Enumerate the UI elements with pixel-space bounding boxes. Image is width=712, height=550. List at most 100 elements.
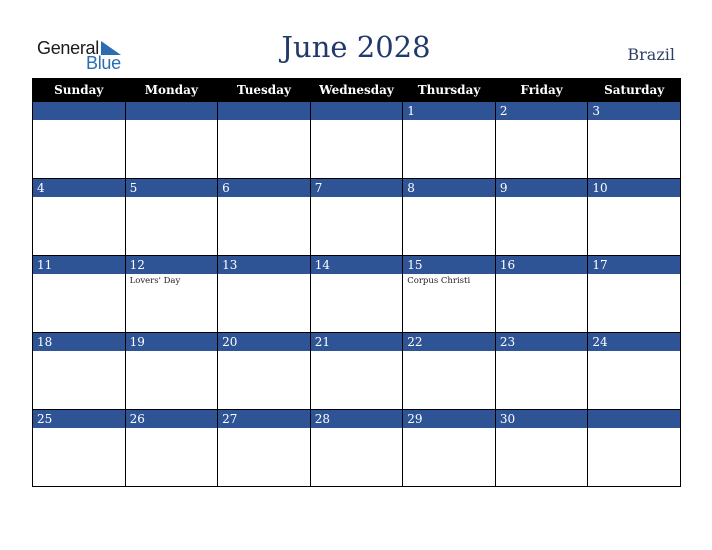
day-cell[interactable]: 9 — [494, 178, 589, 256]
day-number: 14 — [310, 256, 403, 274]
holiday-label — [403, 197, 495, 199]
day-number: 2 — [495, 102, 588, 120]
day-cell[interactable]: 14 — [309, 255, 404, 333]
weekday-header-row: Sunday Monday Tuesday Wednesday Thursday… — [32, 78, 681, 102]
day-cell[interactable]: 27 — [217, 409, 311, 487]
day-cell[interactable]: 13 — [217, 255, 311, 333]
day-cell[interactable]: 4 — [32, 178, 126, 256]
holiday-label — [311, 351, 403, 353]
day-number: 8 — [403, 179, 495, 197]
holiday-label — [311, 120, 403, 122]
holiday-label — [218, 120, 310, 122]
day-number: 19 — [125, 333, 218, 351]
holiday-label — [588, 428, 680, 430]
day-cell[interactable] — [217, 102, 311, 179]
day-cell[interactable]: 21 — [309, 332, 404, 410]
day-number: 26 — [125, 410, 218, 428]
holiday-label — [588, 351, 680, 353]
day-cell[interactable]: 3 — [587, 102, 681, 179]
day-number: 22 — [403, 333, 495, 351]
day-cell[interactable] — [587, 409, 681, 487]
holiday-label — [496, 197, 588, 199]
holiday-label — [311, 197, 403, 199]
holiday-label — [496, 351, 588, 353]
day-cell[interactable] — [32, 102, 126, 179]
holiday-label — [403, 351, 495, 353]
day-cell[interactable]: 29 — [402, 409, 496, 487]
weekday-header: Sunday — [32, 78, 126, 102]
day-number: 7 — [310, 179, 403, 197]
holiday-label — [403, 428, 495, 430]
day-number: 18 — [33, 333, 125, 351]
day-number: 12 — [125, 256, 218, 274]
holiday-label: Lovers' Day — [129, 276, 181, 286]
day-cell[interactable]: 23 — [494, 332, 589, 410]
holiday-label — [126, 120, 218, 122]
day-cell[interactable]: 25 — [32, 409, 126, 487]
day-number: 23 — [495, 333, 588, 351]
day-cell[interactable]: 22 — [402, 332, 496, 410]
day-number: 13 — [218, 256, 310, 274]
day-cell[interactable]: 7 — [309, 178, 404, 256]
day-cell[interactable]: 19 — [124, 332, 219, 410]
day-cell[interactable]: 16 — [494, 255, 589, 333]
weekday-header: Thursday — [402, 78, 496, 102]
day-cell[interactable]: 10 — [587, 178, 681, 256]
day-number: 20 — [218, 333, 310, 351]
holiday-label — [218, 197, 310, 199]
day-cell[interactable]: 8 — [402, 178, 496, 256]
holiday-label — [33, 428, 125, 430]
holiday-label — [126, 428, 218, 430]
day-cell[interactable]: 1 — [402, 102, 496, 179]
day-cell[interactable]: 30 — [494, 409, 589, 487]
holiday-label — [588, 274, 680, 276]
holiday-label — [126, 351, 218, 353]
day-number: 6 — [218, 179, 310, 197]
week-row: 4 5 6 7 8 9 10 — [32, 178, 681, 256]
day-number: 30 — [495, 410, 588, 428]
holiday-label — [33, 120, 125, 122]
day-cell[interactable]: 24 — [587, 332, 681, 410]
holiday-label — [496, 120, 588, 122]
calendar-title: June 2028 — [281, 30, 431, 64]
week-row: 25 26 27 28 29 30 — [32, 409, 681, 487]
holiday-label — [403, 120, 495, 122]
day-cell[interactable]: 18 — [32, 332, 126, 410]
day-cell[interactable]: 11 — [32, 255, 126, 333]
day-number: 25 — [33, 410, 125, 428]
day-cell[interactable]: 6 — [217, 178, 311, 256]
holiday-label — [588, 197, 680, 199]
day-cell[interactable]: 26 — [124, 409, 219, 487]
day-cell[interactable]: 28 — [309, 409, 404, 487]
day-cell[interactable]: 20 — [217, 332, 311, 410]
weekday-header: Wednesday — [309, 78, 404, 102]
day-number — [588, 410, 680, 428]
day-cell[interactable] — [124, 102, 219, 179]
day-number — [33, 102, 125, 120]
day-cell[interactable]: 5 — [124, 178, 219, 256]
day-number: 24 — [588, 333, 680, 351]
holiday-label — [218, 351, 310, 353]
day-cell[interactable]: 12 Lovers' Day — [124, 255, 219, 333]
calendar-grid: Sunday Monday Tuesday Wednesday Thursday… — [32, 78, 681, 487]
day-cell[interactable] — [309, 102, 404, 179]
day-cell[interactable]: 17 — [587, 255, 681, 333]
day-cell[interactable]: 2 — [494, 102, 589, 179]
day-number — [218, 102, 310, 120]
day-number: 17 — [588, 256, 680, 274]
holiday-label — [496, 274, 588, 276]
holiday-label — [311, 428, 403, 430]
day-number: 11 — [33, 256, 125, 274]
holiday-label — [126, 197, 218, 199]
week-row: 11 12 Lovers' Day 13 14 15 Corpus Christi 16 17 — [32, 255, 681, 333]
day-number: 27 — [218, 410, 310, 428]
day-number — [310, 102, 403, 120]
day-cell[interactable]: 15 Corpus Christi — [402, 255, 496, 333]
holiday-label — [588, 120, 680, 122]
holiday-label — [33, 274, 125, 276]
weekday-header: Friday — [494, 78, 589, 102]
weekday-header: Saturday — [587, 78, 681, 102]
day-number: 10 — [588, 179, 680, 197]
week-row: 123 — [32, 102, 681, 179]
day-number: 16 — [495, 256, 588, 274]
